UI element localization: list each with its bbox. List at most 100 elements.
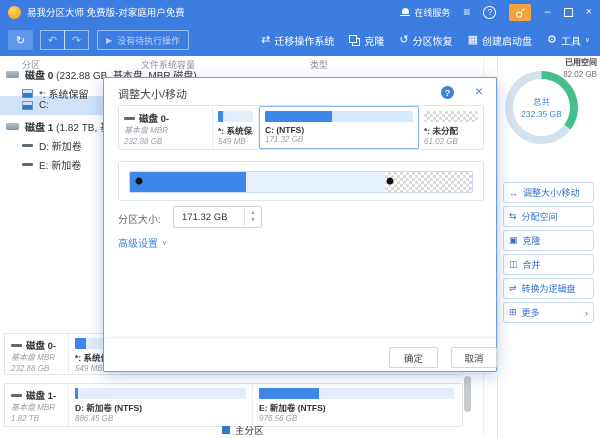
partition-used-bar: [75, 388, 78, 399]
dialog-disk-name: 磁盘 0-: [139, 111, 169, 125]
primary-partition-color-swatch: [222, 426, 230, 434]
tree-row-c-drive[interactable]: C:: [22, 97, 49, 113]
disk-usage-donut-chart: 总共 232.35 GB: [505, 71, 578, 144]
chevron-down-icon: ∨: [585, 36, 590, 44]
disk-icon: [6, 123, 19, 130]
pending-operations-button[interactable]: ▶ 没有待执行操作: [97, 30, 189, 50]
dialog-disk-size: 232.88 GB: [124, 136, 207, 147]
help-icon[interactable]: ?: [483, 6, 496, 19]
partition-icon: [22, 101, 33, 110]
dialog-partition-system-reserved[interactable]: *: 系统保... 549 MB: [213, 106, 259, 149]
disk-size: 1.82 TB: [11, 413, 62, 424]
app-title: 易我分区大师 免费版-对家庭用户免费: [27, 5, 185, 19]
disk1-partition-e[interactable]: E: 新加卷 (NTFS) 976.56 GB: [253, 384, 460, 426]
partition-dash-icon: [22, 144, 33, 147]
redo-button[interactable]: ↷: [64, 30, 89, 50]
toolbar-action-migrate-os[interactable]: ⇄ 迁移操作系统: [261, 33, 334, 48]
tree-row-d-drive[interactable]: D: 新加卷: [22, 137, 82, 153]
legend-label: 主分区: [235, 423, 264, 437]
toolbar-action-boot-disk[interactable]: ▦ 创建启动盘: [468, 33, 532, 48]
sidebar-action-label: 分配空间: [522, 210, 558, 223]
partition-size-input[interactable]: 171.32 GB ▲ ▼: [173, 206, 262, 228]
disk-size: 232.88 GB: [11, 363, 62, 374]
dialog-help-icon[interactable]: ?: [441, 86, 454, 99]
partition-used-bar: [265, 111, 332, 122]
ok-button[interactable]: 确定: [389, 347, 438, 368]
partition-size: 886.45 GB: [75, 414, 246, 423]
close-button[interactable]: ×: [586, 7, 592, 18]
partition-recovery-icon: ↺: [399, 35, 408, 46]
sidebar-action-allocate-space[interactable]: ⇆ 分配空间: [503, 206, 594, 227]
disk-partition-strip: 磁盘 0- 基本盘 MBR 232.88 GB *: 系统保... 549 MB…: [118, 105, 484, 150]
sidebar-action-resize-move[interactable]: ↔ 调整大小/移动: [503, 182, 594, 203]
dialog-partition-c-selected[interactable]: C: (NTFS) 171.32 GB: [259, 106, 419, 149]
partition-label: C: (NTFS): [265, 125, 413, 135]
refresh-button[interactable]: ↻: [8, 30, 33, 50]
tree-row-e-drive[interactable]: E: 新加卷: [22, 156, 81, 172]
allocate-space-icon: ⇆: [509, 211, 517, 222]
disk1-info-cell[interactable]: 磁盘 1- 基本盘 MBR 1.82 TB: [5, 384, 69, 426]
tree-item-label: E: 新加卷: [39, 157, 81, 172]
upgrade-key-button[interactable]: [509, 4, 531, 21]
size-spinner[interactable]: ▲ ▼: [244, 207, 261, 227]
online-service-button[interactable]: 在线服务: [400, 6, 450, 19]
tree-item-label: D: 新加卷: [39, 138, 82, 153]
partition-used-bar: [218, 111, 223, 122]
slider-unallocated-area: [385, 172, 472, 192]
toolbar-action-partition-recovery[interactable]: ↺ 分区恢复: [399, 33, 452, 48]
resize-slider-track[interactable]: [129, 171, 473, 193]
disk0-info-cell[interactable]: 磁盘 0- 基本盘 MBR 232.88 GB: [5, 334, 69, 374]
online-service-label: 在线服务: [414, 6, 450, 19]
partition-label: D: 新加卷 (NTFS): [75, 402, 246, 414]
toolbar-action-clone[interactable]: 克隆: [349, 33, 384, 48]
advanced-settings-link[interactable]: 高级设置 ∨: [118, 235, 167, 250]
sidebar-action-more[interactable]: ⊞ 更多 ›: [503, 302, 594, 323]
dialog-close-icon[interactable]: ×: [475, 83, 483, 100]
disk-kind: 基本盘 MBR: [11, 402, 62, 413]
app-window: 易我分区大师 免费版-对家庭用户免费 在线服务 ≡ ? – × ↻ ↶ ↷ ▶ …: [0, 0, 600, 438]
advanced-settings-label: 高级设置: [118, 235, 158, 250]
unallocated-bar: [424, 111, 478, 122]
disk1-partition-d[interactable]: D: 新加卷 (NTFS) 886.45 GB: [69, 384, 253, 426]
sidebar-action-convert-logical[interactable]: ⇌ 转换为逻辑盘: [503, 278, 594, 299]
tree-disk1-name: 磁盘 1: [25, 123, 53, 134]
toolbar-action-label: 克隆: [364, 33, 384, 48]
maximize-button[interactable]: [564, 8, 573, 17]
key-icon: [513, 4, 529, 20]
dialog-title: 调整大小/移动: [118, 86, 187, 102]
disk-name: 磁盘 0-: [26, 338, 56, 352]
chevron-right-icon: ›: [585, 308, 588, 318]
toolbar-action-label: 分区恢复: [413, 33, 453, 48]
partition-dash-icon: [22, 163, 33, 166]
slider-right-handle[interactable]: [387, 178, 394, 185]
partition-size: 171.32 GB: [265, 135, 413, 144]
sidebar-action-label: 合并: [523, 258, 541, 271]
spinner-up-icon[interactable]: ▲: [250, 210, 255, 217]
minimize-button[interactable]: –: [544, 7, 550, 18]
partition-used-bar: [75, 338, 86, 349]
disk-name: 磁盘 1-: [26, 388, 56, 402]
scrollbar-thumb[interactable]: [464, 376, 471, 412]
sidebar-action-clone[interactable]: ▣ 克隆: [503, 230, 594, 251]
toolbar-action-label: 迁移操作系统: [274, 33, 334, 48]
disk-dash-icon: [124, 117, 135, 120]
sidebar-action-label: 调整大小/移动: [523, 186, 580, 199]
dialog-disk-info-cell: 磁盘 0- 基本盘 MBR 232.88 GB: [119, 106, 213, 149]
dialog-partition-unallocated[interactable]: *: 未分配 61.02 GB: [419, 106, 483, 149]
undo-button[interactable]: ↶: [40, 30, 65, 50]
partition-size: 976.56 GB: [259, 414, 454, 423]
clone-icon: [349, 35, 360, 46]
partition-label: *: 系统保...: [218, 125, 253, 137]
toolbar: ↻ ↶ ↷ ▶ 没有待执行操作 ⇄ 迁移操作系统 克隆 ↺ 分区恢复 ▦: [0, 24, 600, 56]
app-logo-icon: [8, 6, 21, 19]
menu-icon[interactable]: ≡: [463, 6, 470, 18]
total-value: 232.35 GB: [521, 109, 562, 119]
slider-left-handle[interactable]: [136, 178, 143, 185]
toolbar-action-tools[interactable]: ⚙ 工具 ∨: [547, 33, 590, 48]
toolbar-action-label: 创建启动盘: [482, 33, 532, 48]
partition-size-value: 171.32 GB: [174, 212, 244, 223]
spinner-down-icon[interactable]: ▼: [250, 217, 255, 224]
cancel-button[interactable]: 取消: [451, 347, 497, 368]
sidebar-action-merge[interactable]: ◫ 合并: [503, 254, 594, 275]
merge-icon: ◫: [509, 259, 518, 270]
